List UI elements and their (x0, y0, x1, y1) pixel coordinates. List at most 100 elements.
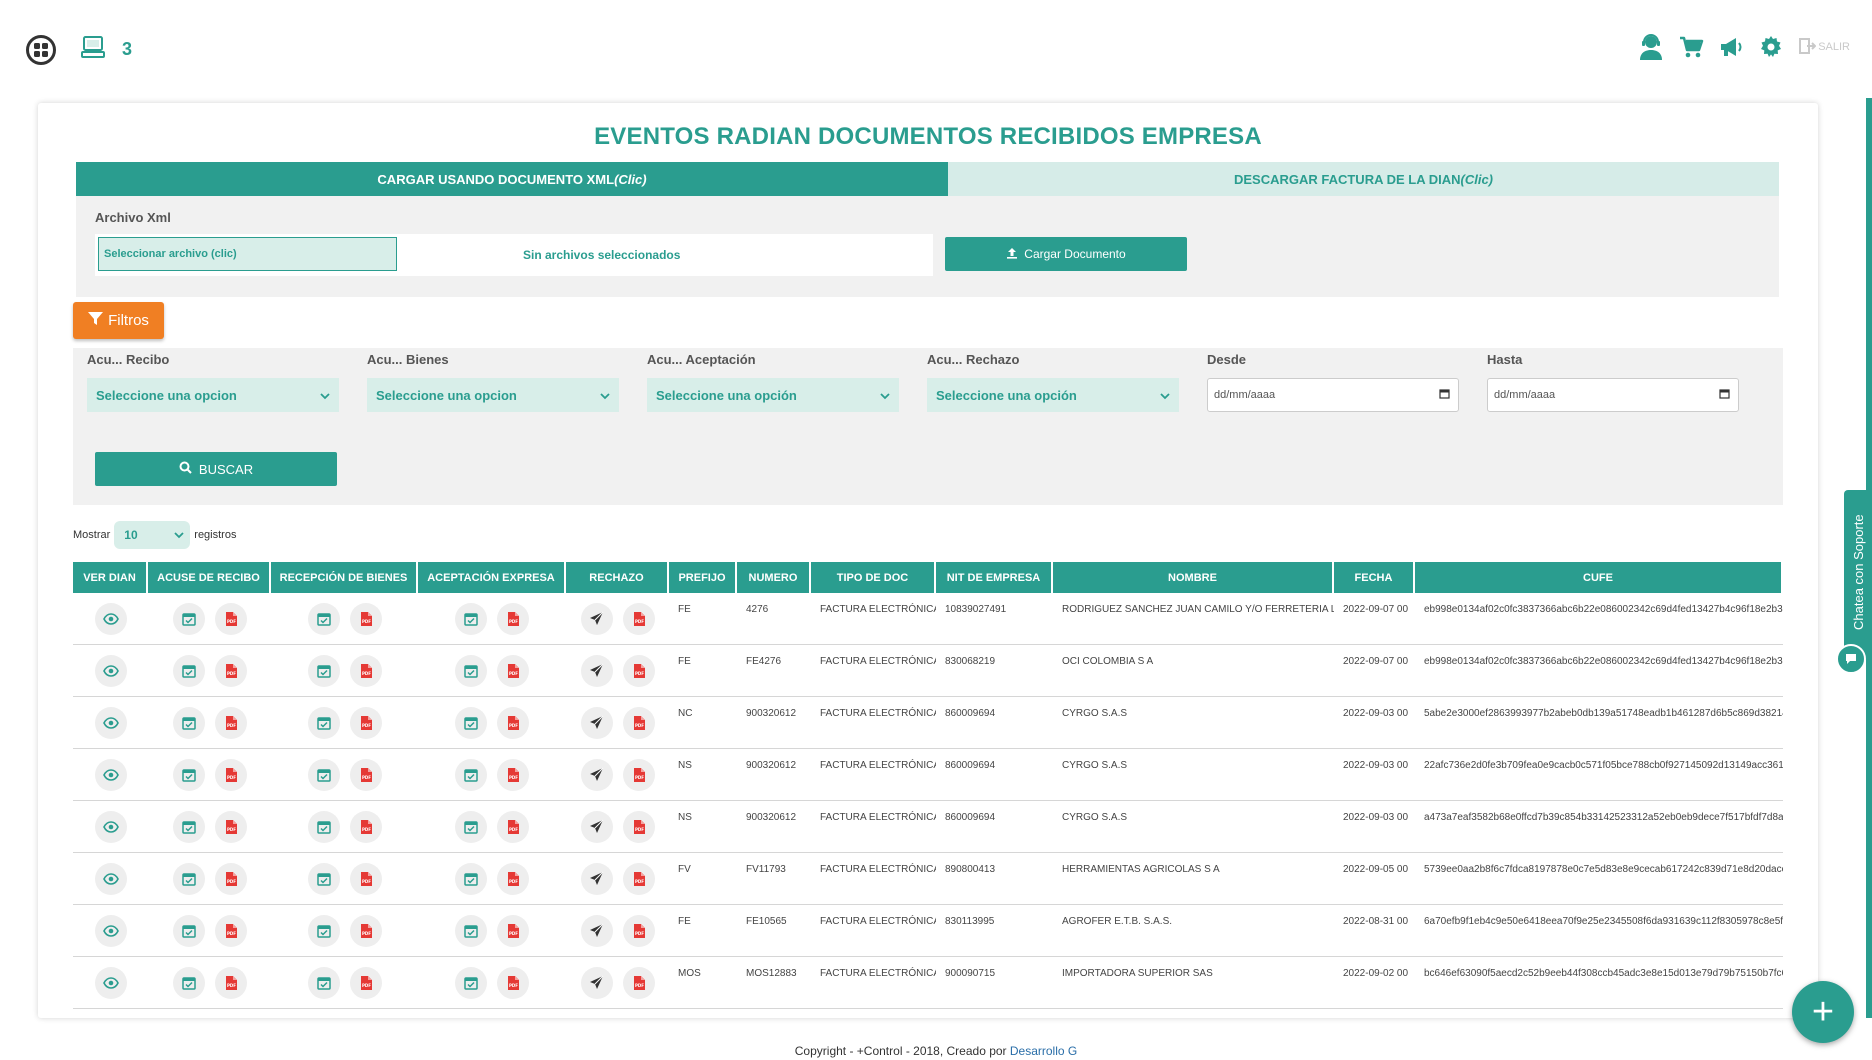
calendar-check-icon[interactable] (172, 758, 205, 791)
file-input[interactable]: Seleccionar archivo (clic) Sin archivos … (95, 234, 933, 276)
column-header[interactable]: PREFIJO (669, 562, 737, 593)
pdf-icon[interactable]: PDF (349, 810, 382, 843)
calendar-check-icon[interactable] (172, 810, 205, 843)
page-size-select[interactable]: 10 (114, 521, 191, 549)
eye-icon[interactable] (94, 810, 127, 843)
calendar-check-icon[interactable] (455, 914, 487, 947)
pos-terminal-icon[interactable] (80, 34, 106, 65)
pdf-icon[interactable]: PDF (214, 862, 247, 895)
calendar-check-icon[interactable] (307, 810, 340, 843)
support-chat-tab[interactable]: Chatea con Soporte (1844, 490, 1872, 660)
calendar-check-icon[interactable] (307, 758, 340, 791)
eye-icon[interactable] (94, 914, 127, 947)
search-button[interactable]: BUSCAR (95, 452, 337, 486)
column-header[interactable]: FECHA (1334, 562, 1415, 593)
column-header[interactable]: CUFE (1415, 562, 1783, 593)
calendar-check-icon[interactable] (455, 706, 487, 739)
filter-bienes-select[interactable]: Seleccione una opcion (367, 378, 619, 412)
pdf-icon[interactable]: PDF (349, 966, 382, 999)
calendar-check-icon[interactable] (307, 862, 340, 895)
eye-icon[interactable] (94, 654, 127, 687)
eye-icon[interactable] (94, 966, 127, 999)
pdf-icon[interactable]: PDF (497, 862, 529, 895)
pdf-icon[interactable]: PDF (622, 706, 655, 739)
add-button[interactable]: + (1792, 981, 1854, 1043)
send-icon[interactable] (580, 810, 613, 843)
column-header[interactable]: NUMERO (737, 562, 811, 593)
pdf-icon[interactable]: PDF (622, 602, 655, 635)
tab-download-dian[interactable]: DESCARGAR FACTURA DE LA DIAN (Clic) (948, 162, 1779, 196)
gear-icon[interactable] (1758, 34, 1784, 60)
calendar-check-icon[interactable] (307, 914, 340, 947)
eye-icon[interactable] (94, 706, 127, 739)
pdf-icon[interactable]: PDF (497, 602, 529, 635)
column-header[interactable]: NOMBRE (1053, 562, 1334, 593)
tab-upload-xml[interactable]: CARGAR USANDO DOCUMENTO XML (Clic) (76, 162, 948, 196)
pdf-icon[interactable]: PDF (497, 758, 529, 791)
filter-aceptacion-select[interactable]: Seleccione una opción (647, 378, 899, 412)
column-header[interactable]: ACUSE DE RECIBO (148, 562, 271, 593)
pdf-icon[interactable]: PDF (349, 758, 382, 791)
filter-rechazo-select[interactable]: Seleccione una opción (927, 378, 1179, 412)
pdf-icon[interactable]: PDF (349, 706, 382, 739)
column-header[interactable]: NIT DE EMPRESA (936, 562, 1053, 593)
calendar-check-icon[interactable] (172, 602, 205, 635)
pdf-icon[interactable]: PDF (214, 654, 247, 687)
filters-toggle-button[interactable]: Filtros (73, 302, 164, 339)
pdf-icon[interactable]: PDF (497, 966, 529, 999)
pdf-icon[interactable]: PDF (349, 654, 382, 687)
send-icon[interactable] (580, 862, 613, 895)
pdf-icon[interactable]: PDF (497, 706, 529, 739)
eye-icon[interactable] (94, 758, 127, 791)
pdf-icon[interactable]: PDF (497, 810, 529, 843)
footer-link[interactable]: Desarrollo G (1010, 1044, 1077, 1058)
pdf-icon[interactable]: PDF (497, 914, 529, 947)
pdf-icon[interactable]: PDF (214, 602, 247, 635)
pdf-icon[interactable]: PDF (349, 602, 382, 635)
cart-icon[interactable] (1678, 34, 1704, 60)
calendar-check-icon[interactable] (307, 654, 340, 687)
send-icon[interactable] (580, 914, 613, 947)
megaphone-icon[interactable] (1718, 34, 1744, 60)
calendar-check-icon[interactable] (172, 706, 205, 739)
grid-icon[interactable] (26, 34, 56, 65)
column-header[interactable]: RECHAZO (566, 562, 669, 593)
calendar-check-icon[interactable] (455, 810, 487, 843)
pdf-icon[interactable]: PDF (622, 966, 655, 999)
pdf-icon[interactable]: PDF (349, 914, 382, 947)
send-icon[interactable] (580, 654, 613, 687)
calendar-check-icon[interactable] (307, 706, 340, 739)
chat-icon[interactable] (1836, 644, 1866, 674)
column-header[interactable]: RECEPCIÓN DE BIENES (271, 562, 418, 593)
eye-icon[interactable] (94, 862, 127, 895)
calendar-check-icon[interactable] (455, 966, 487, 999)
column-header[interactable]: TIPO DE DOC (811, 562, 936, 593)
calendar-check-icon[interactable] (307, 602, 340, 635)
pdf-icon[interactable]: PDF (622, 654, 655, 687)
pdf-icon[interactable]: PDF (214, 810, 247, 843)
calendar-check-icon[interactable] (455, 654, 487, 687)
calendar-check-icon[interactable] (455, 862, 487, 895)
calendar-check-icon[interactable] (172, 914, 205, 947)
filter-recibo-select[interactable]: Seleccione una opcion (87, 378, 339, 412)
calendar-check-icon[interactable] (172, 862, 205, 895)
pdf-icon[interactable]: PDF (622, 862, 655, 895)
calendar-check-icon[interactable] (172, 654, 205, 687)
send-icon[interactable] (580, 758, 613, 791)
pdf-icon[interactable]: PDF (214, 966, 247, 999)
send-icon[interactable] (580, 706, 613, 739)
pdf-icon[interactable]: PDF (622, 914, 655, 947)
calendar-icon[interactable] (1439, 388, 1450, 402)
filter-hasta-input[interactable]: dd/mm/aaaa (1487, 378, 1739, 412)
calendar-check-icon[interactable] (307, 966, 340, 999)
column-header[interactable]: VER DIAN (73, 562, 148, 593)
select-file-button[interactable]: Seleccionar archivo (clic) (98, 237, 397, 271)
pdf-icon[interactable]: PDF (214, 914, 247, 947)
pdf-icon[interactable]: PDF (214, 758, 247, 791)
calendar-check-icon[interactable] (172, 966, 205, 999)
column-header[interactable]: ACEPTACIÓN EXPRESA (418, 562, 566, 593)
logout-button[interactable]: SALIR (1798, 37, 1850, 58)
calendar-check-icon[interactable] (455, 758, 487, 791)
support-agent-icon[interactable] (1638, 34, 1664, 60)
pdf-icon[interactable]: PDF (497, 654, 529, 687)
